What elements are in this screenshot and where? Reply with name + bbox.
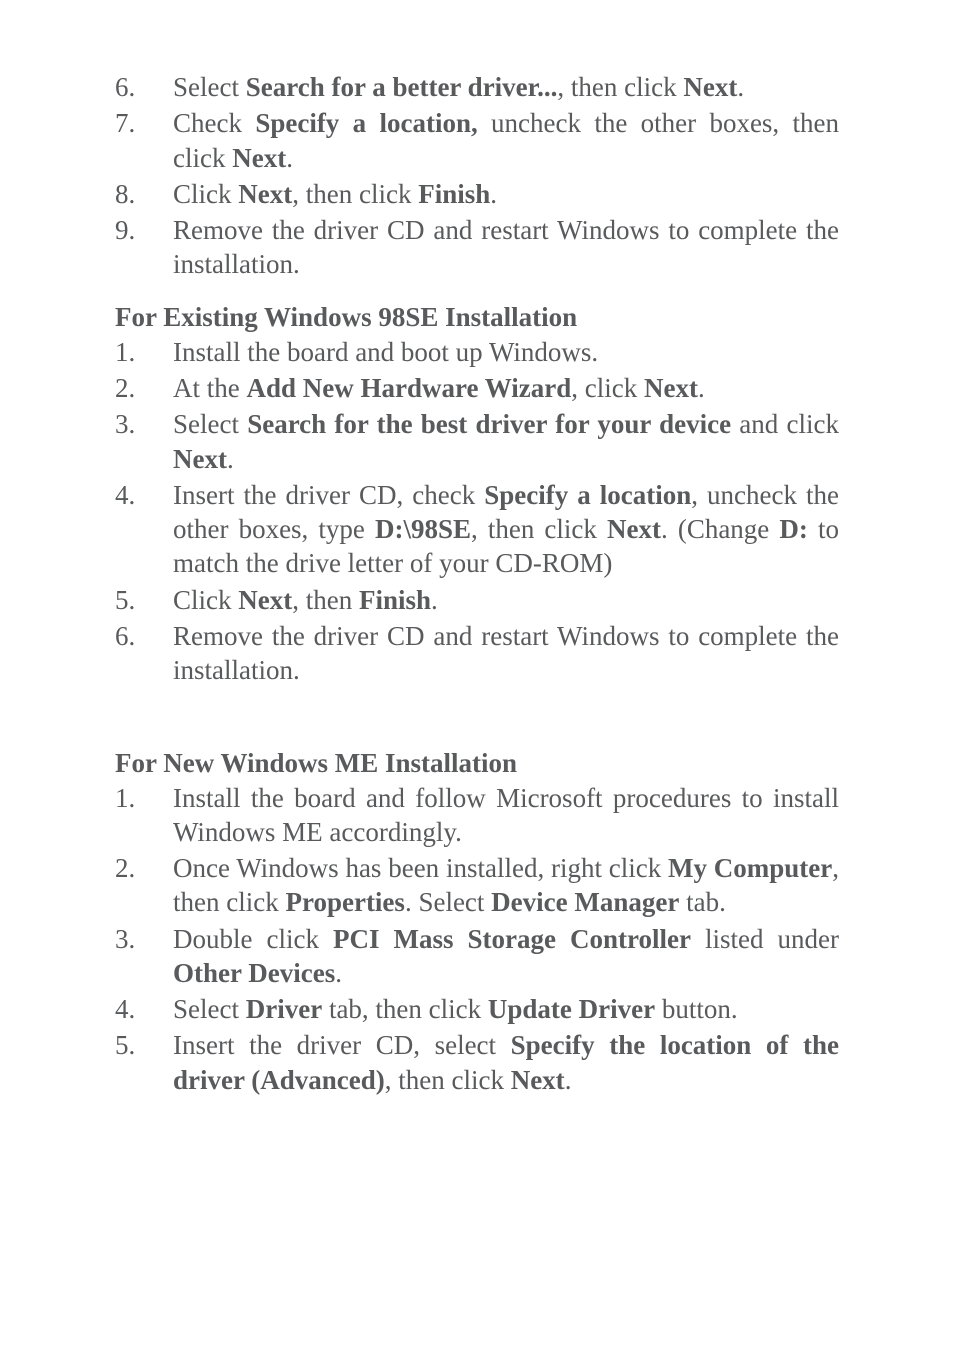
item-number: 6. xyxy=(115,70,173,104)
item-number: 4. xyxy=(115,992,173,1026)
list-item: 2. At the Add New Hardware Wizard, click… xyxy=(115,371,839,405)
item-text: Double click PCI Mass Storage Controller… xyxy=(173,922,839,991)
item-number: 2. xyxy=(115,371,173,405)
list-item: 7. Check Specify a location, uncheck the… xyxy=(115,106,839,175)
item-text: Check Specify a location, uncheck the ot… xyxy=(173,106,839,175)
item-text: Click Next, then click Finish. xyxy=(173,177,839,211)
list-item: 5. Click Next, then Finish. xyxy=(115,583,839,617)
item-number: 3. xyxy=(115,922,173,991)
item-number: 5. xyxy=(115,1028,173,1097)
item-text: Click Next, then Finish. xyxy=(173,583,839,617)
list-item: 6. Select Search for a better driver...,… xyxy=(115,70,839,104)
item-text: Select Search for the best driver for yo… xyxy=(173,407,839,476)
instruction-list-continued: 6. Select Search for a better driver...,… xyxy=(115,70,839,282)
list-item: 4. Insert the driver CD, check Specify a… xyxy=(115,478,839,581)
list-item: 5. Insert the driver CD, select Specify … xyxy=(115,1028,839,1097)
list-item: 6. Remove the driver CD and restart Wind… xyxy=(115,619,839,688)
item-text: Select Search for a better driver..., th… xyxy=(173,70,839,104)
list-item: 3. Double click PCI Mass Storage Control… xyxy=(115,922,839,991)
list-item: 1. Install the board and follow Microsof… xyxy=(115,781,839,850)
section-heading-98se: For Existing Windows 98SE Installation xyxy=(115,302,839,333)
item-text: Insert the driver CD, check Specify a lo… xyxy=(173,478,839,581)
item-text: Remove the driver CD and restart Windows… xyxy=(173,619,839,688)
item-number: 6. xyxy=(115,619,173,688)
section-gap xyxy=(115,690,839,728)
item-number: 8. xyxy=(115,177,173,211)
item-number: 2. xyxy=(115,851,173,920)
item-text: Insert the driver CD, select Specify the… xyxy=(173,1028,839,1097)
item-number: 1. xyxy=(115,781,173,850)
item-number: 5. xyxy=(115,583,173,617)
section-heading-me: For New Windows ME Installation xyxy=(115,748,839,779)
instruction-list-me: 1. Install the board and follow Microsof… xyxy=(115,781,839,1098)
item-number: 1. xyxy=(115,335,173,369)
item-number: 9. xyxy=(115,213,173,282)
item-text: At the Add New Hardware Wizard, click Ne… xyxy=(173,371,839,405)
item-number: 7. xyxy=(115,106,173,175)
item-text: Install the board and follow Microsoft p… xyxy=(173,781,839,850)
item-text: Select Driver tab, then click Update Dri… xyxy=(173,992,839,1026)
list-item: 4. Select Driver tab, then click Update … xyxy=(115,992,839,1026)
document-page: 6. Select Search for a better driver...,… xyxy=(0,0,954,1363)
item-number: 3. xyxy=(115,407,173,476)
instruction-list-98se: 1. Install the board and boot up Windows… xyxy=(115,335,839,688)
list-item: 1. Install the board and boot up Windows… xyxy=(115,335,839,369)
item-text: Install the board and boot up Windows. xyxy=(173,335,839,369)
item-text: Remove the driver CD and restart Windows… xyxy=(173,213,839,282)
item-number: 4. xyxy=(115,478,173,581)
list-item: 2. Once Windows has been installed, righ… xyxy=(115,851,839,920)
list-item: 3. Select Search for the best driver for… xyxy=(115,407,839,476)
list-item: 9. Remove the driver CD and restart Wind… xyxy=(115,213,839,282)
list-item: 8. Click Next, then click Finish. xyxy=(115,177,839,211)
item-text: Once Windows has been installed, right c… xyxy=(173,851,839,920)
